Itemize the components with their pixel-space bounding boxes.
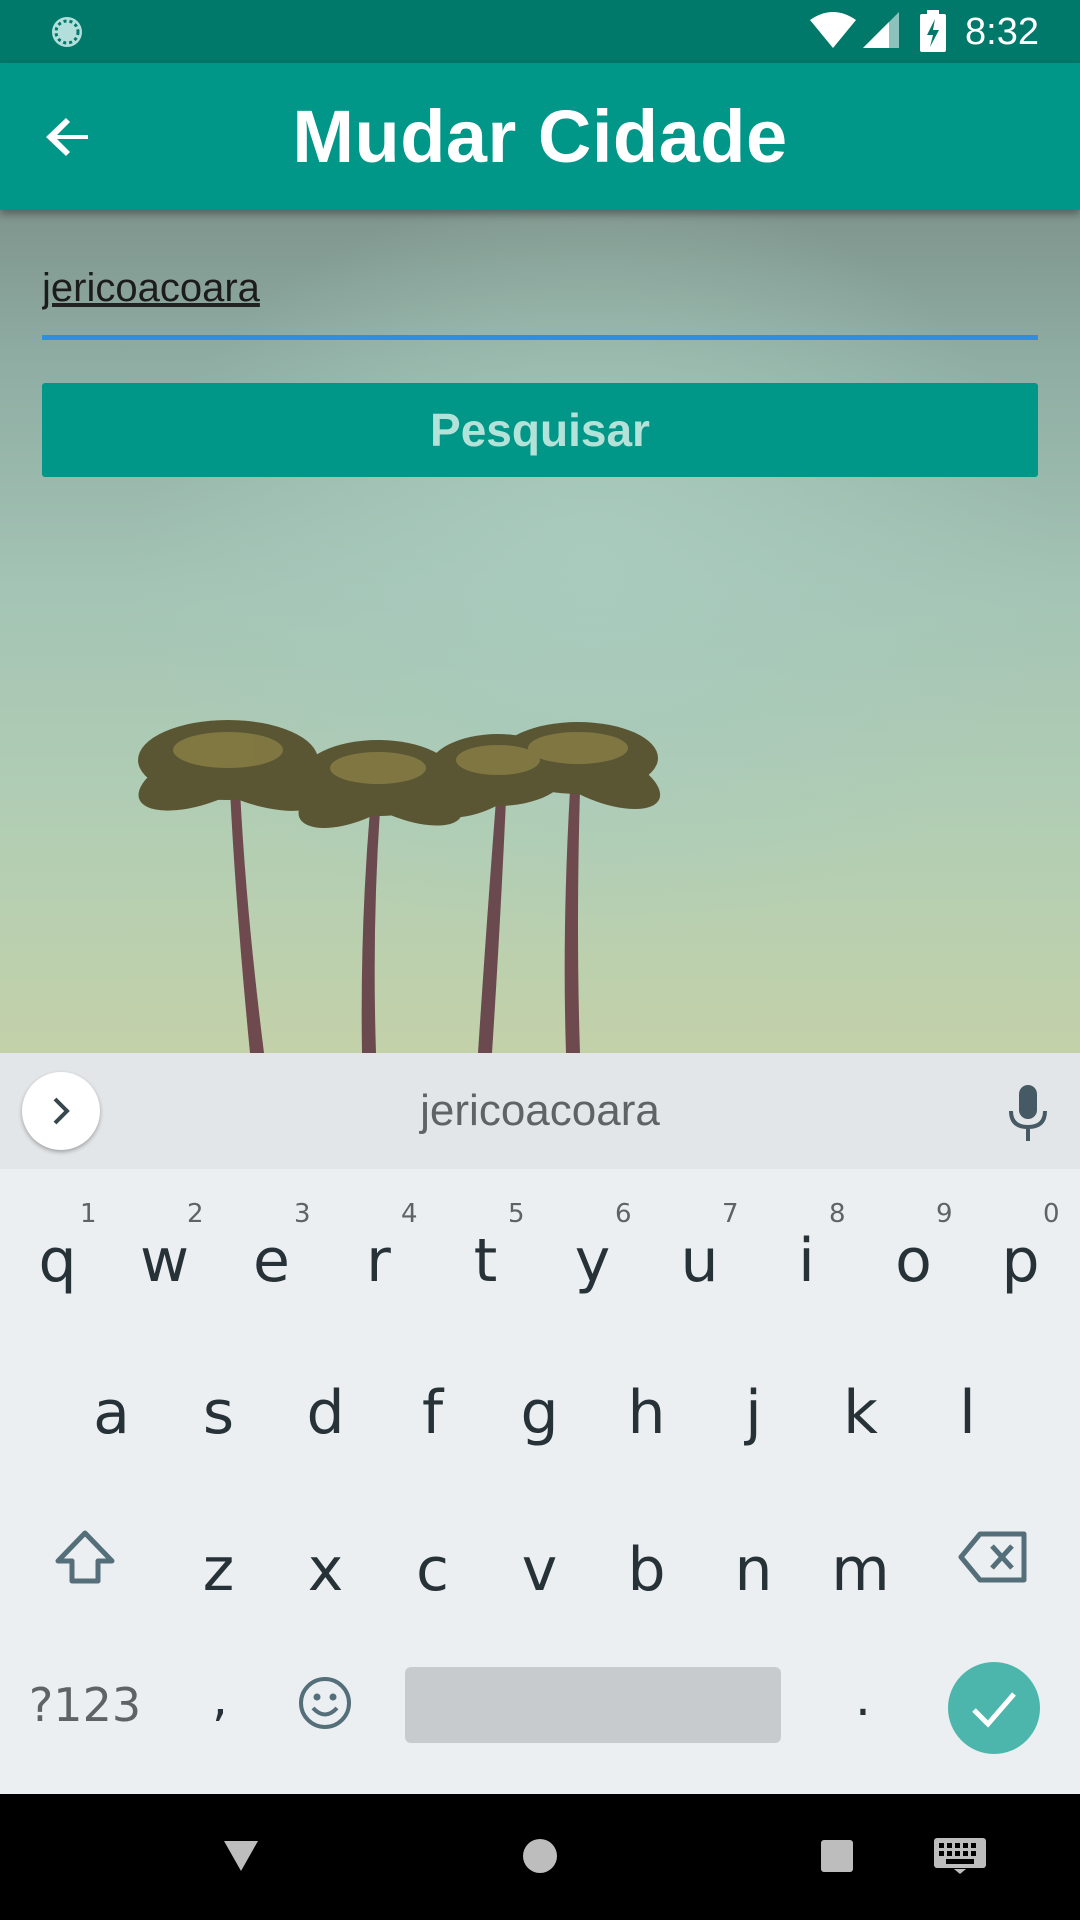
key-q[interactable]: q1	[4, 1191, 111, 1331]
key-d[interactable]: d	[272, 1343, 379, 1483]
key-hint: 0	[1043, 1199, 1060, 1229]
period-label: .	[855, 1669, 871, 1727]
key-e[interactable]: e3	[218, 1191, 325, 1331]
space-key[interactable]	[405, 1667, 781, 1743]
key-label: f	[421, 1378, 444, 1448]
clock: 8:32	[965, 11, 1039, 53]
key-label: h	[627, 1378, 666, 1448]
shift-key[interactable]	[54, 1529, 116, 1585]
key-label: b	[627, 1535, 666, 1605]
search-button[interactable]: Pesquisar	[42, 383, 1038, 477]
key-l[interactable]: l	[914, 1343, 1021, 1483]
keyboard-switch-icon[interactable]	[934, 1838, 986, 1874]
key-hint: 1	[80, 1199, 97, 1229]
key-label: p	[1001, 1226, 1040, 1296]
microphone-icon[interactable]	[1003, 1085, 1053, 1141]
key-label: c	[416, 1535, 449, 1605]
key-g[interactable]: g	[486, 1343, 593, 1483]
cell-signal-icon	[863, 12, 899, 48]
suggestion-word[interactable]: jericoacoara	[240, 1053, 840, 1169]
key-n[interactable]: n	[700, 1500, 807, 1640]
key-hint: 7	[722, 1199, 739, 1229]
key-label: a	[93, 1378, 130, 1448]
period-key[interactable]: .	[808, 1628, 918, 1768]
key-o[interactable]: o9	[860, 1191, 967, 1331]
key-hint: 4	[401, 1199, 418, 1229]
comma-label: ,	[212, 1669, 228, 1727]
chevron-right-icon	[53, 1097, 70, 1125]
comma-key[interactable]: ,	[165, 1628, 275, 1768]
key-label: r	[366, 1226, 391, 1296]
key-j[interactable]: j	[700, 1343, 807, 1483]
battery-charging-icon	[920, 10, 946, 52]
key-label: t	[473, 1226, 498, 1296]
key-label: n	[734, 1535, 773, 1605]
content-area: Pesquisar	[0, 210, 1080, 1053]
key-x[interactable]: x	[272, 1500, 379, 1640]
key-hint: 9	[936, 1199, 953, 1229]
status-bar: 8:32	[0, 0, 1080, 63]
key-v[interactable]: v	[486, 1500, 593, 1640]
key-r[interactable]: r4	[325, 1191, 432, 1331]
key-label: v	[521, 1535, 558, 1605]
key-p[interactable]: p0	[967, 1191, 1074, 1331]
key-i[interactable]: i8	[753, 1191, 860, 1331]
wifi-icon	[810, 12, 856, 48]
key-label: y	[574, 1226, 611, 1296]
key-label: i	[798, 1226, 815, 1296]
checkmark-icon	[972, 1692, 1016, 1728]
key-label: m	[831, 1535, 890, 1605]
key-w[interactable]: w2	[111, 1191, 218, 1331]
key-label: o	[895, 1226, 932, 1296]
key-h[interactable]: h	[593, 1343, 700, 1483]
home-circle-icon[interactable]	[522, 1838, 558, 1874]
key-hint: 3	[294, 1199, 311, 1229]
key-label: k	[843, 1378, 878, 1448]
key-c[interactable]: c	[379, 1500, 486, 1640]
key-t[interactable]: t5	[432, 1191, 539, 1331]
key-label: q	[38, 1226, 77, 1296]
key-hint: 2	[187, 1199, 204, 1229]
page-title: Mudar Cidade	[292, 95, 788, 178]
key-label: l	[959, 1378, 976, 1448]
key-k[interactable]: k	[807, 1343, 914, 1483]
city-input[interactable]	[42, 260, 1038, 316]
suggestion-bar: jericoacoara	[0, 1053, 1080, 1169]
key-m[interactable]: m	[807, 1500, 914, 1640]
key-hint: 8	[829, 1199, 846, 1229]
input-underline	[42, 335, 1038, 340]
loading-spinner-icon	[52, 17, 82, 47]
key-label: s	[202, 1378, 235, 1448]
key-label: u	[680, 1226, 719, 1296]
emoji-key[interactable]	[297, 1675, 353, 1731]
key-hint: 5	[508, 1199, 525, 1229]
key-label: d	[306, 1378, 345, 1448]
key-z[interactable]: z	[165, 1500, 272, 1640]
key-f[interactable]: f	[379, 1343, 486, 1483]
back-triangle-icon[interactable]	[222, 1839, 260, 1873]
soft-keyboard: jericoacoara ?123 , . q1w2e3r4t5y6u7i8o9…	[0, 1053, 1080, 1794]
key-y[interactable]: y6	[539, 1191, 646, 1331]
key-label: g	[520, 1378, 559, 1448]
key-label: x	[307, 1535, 344, 1605]
enter-key[interactable]	[948, 1662, 1040, 1754]
key-a[interactable]: a	[58, 1343, 165, 1483]
key-b[interactable]: b	[593, 1500, 700, 1640]
key-label: z	[202, 1535, 235, 1605]
key-hint: 6	[615, 1199, 632, 1229]
navigation-bar	[0, 1794, 1080, 1920]
backspace-key[interactable]	[958, 1531, 1028, 1583]
recents-square-icon[interactable]	[821, 1840, 853, 1872]
key-label: e	[253, 1226, 290, 1296]
key-u[interactable]: u7	[646, 1191, 753, 1331]
key-label: j	[745, 1378, 762, 1448]
app-bar: Mudar Cidade	[0, 63, 1080, 210]
key-label: w	[139, 1226, 190, 1296]
symbols-key[interactable]: ?123	[20, 1675, 150, 1735]
expand-toolbar-button[interactable]	[22, 1072, 100, 1150]
key-s[interactable]: s	[165, 1343, 272, 1483]
